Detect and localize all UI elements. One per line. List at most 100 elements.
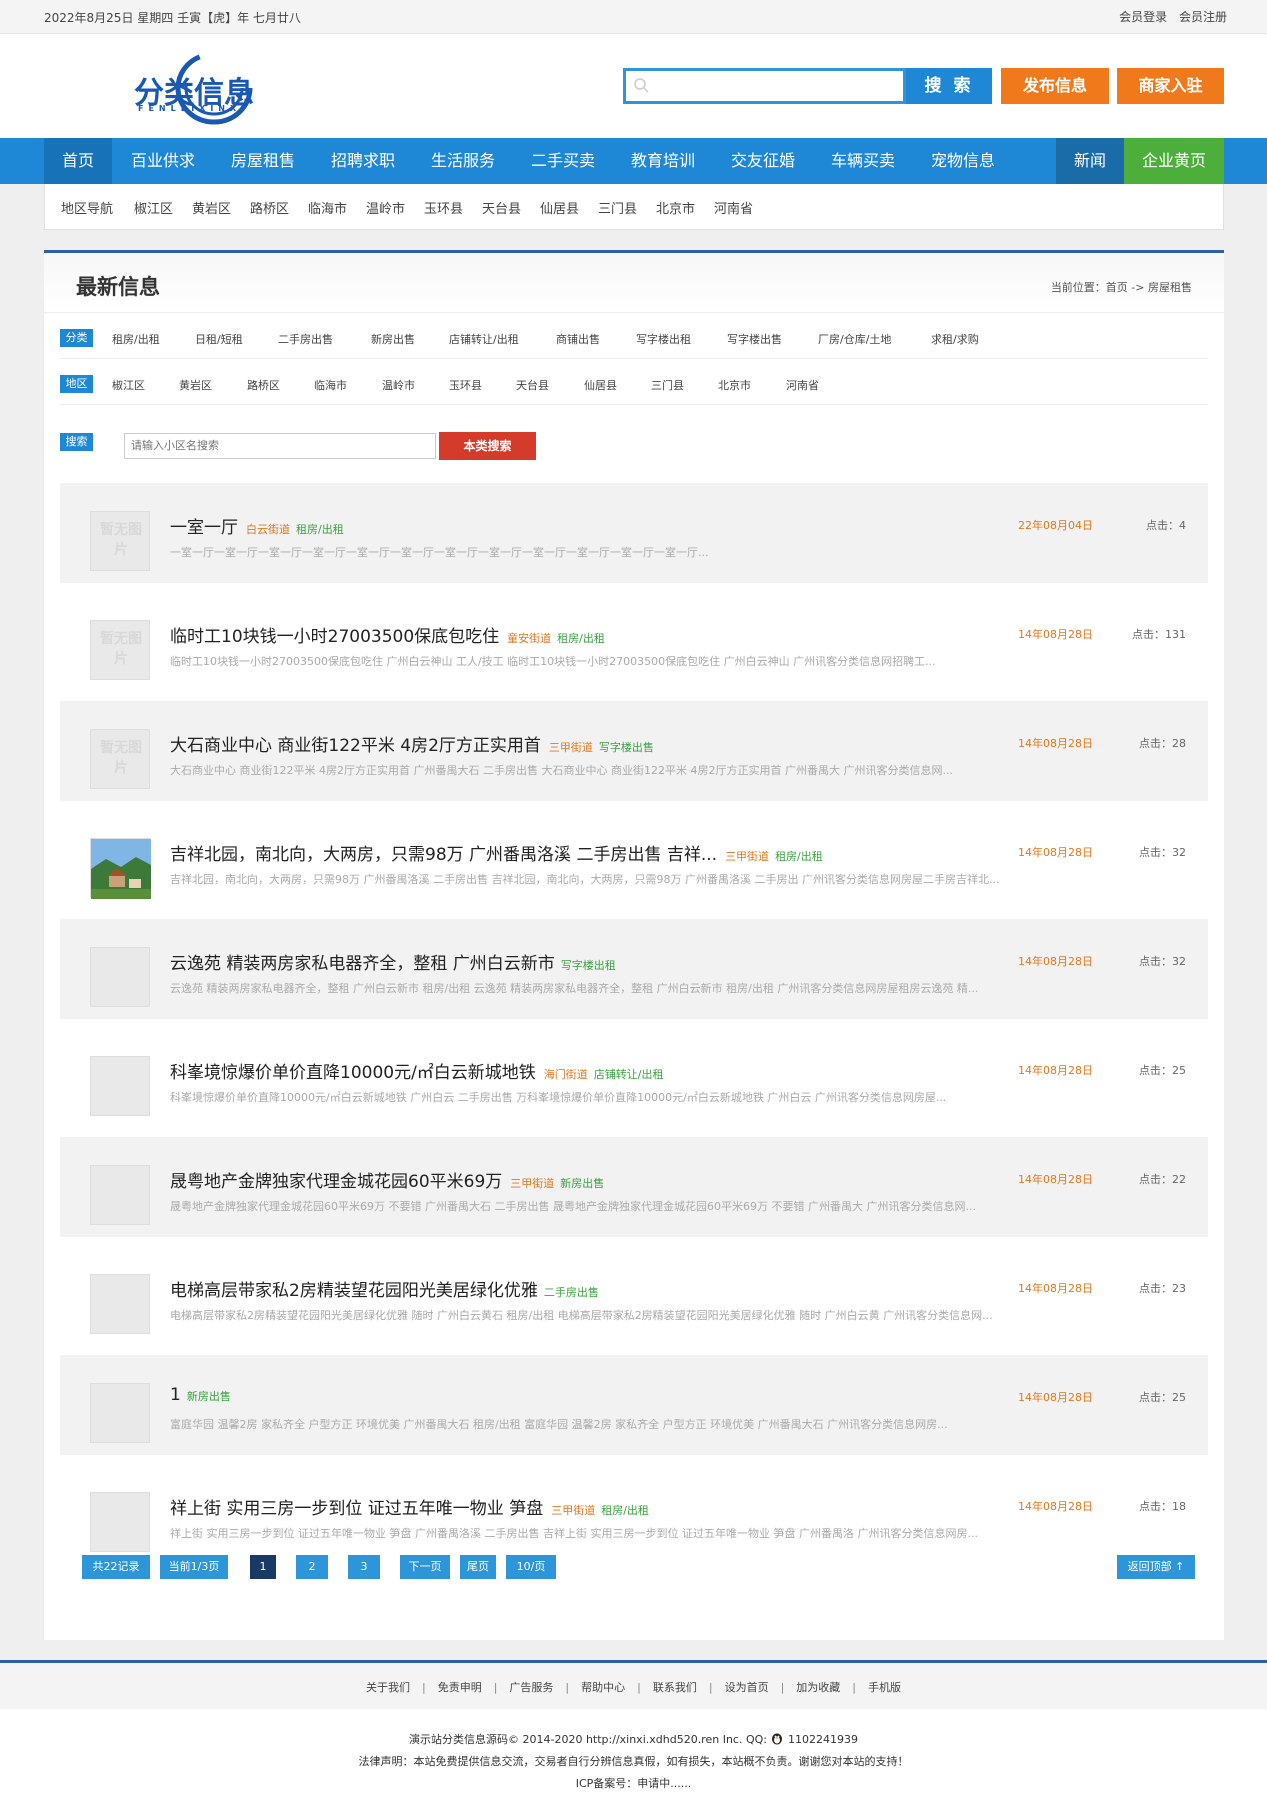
footer-link-disclaimer[interactable]: 免责申明: [438, 1679, 482, 1695]
next-page-button[interactable]: 下一页: [400, 1555, 450, 1579]
area-link[interactable]: 温岭市: [366, 198, 405, 217]
footer-link-homepage[interactable]: 设为首页: [725, 1679, 769, 1695]
community-search-input[interactable]: [124, 433, 436, 459]
category-option[interactable]: 店铺转让/出租: [449, 331, 519, 347]
footer-link-favorite[interactable]: 加为收藏: [796, 1679, 840, 1695]
listing-title[interactable]: 科峯境惊爆价单价直降10000元/㎡白云新城地铁 海门街道 店铺转让/出租: [170, 1058, 664, 1083]
listing-category-tag[interactable]: 租房/出租: [557, 632, 605, 645]
nav-item-news[interactable]: 新闻: [1056, 138, 1124, 184]
category-option[interactable]: 写字楼出租: [636, 331, 691, 347]
last-page-button[interactable]: 尾页: [460, 1555, 496, 1579]
listing-street-tag[interactable]: 三甲街道: [725, 850, 769, 863]
area-link[interactable]: 玉环县: [424, 198, 463, 217]
category-option[interactable]: 商铺出售: [556, 331, 600, 347]
listing-thumbnail[interactable]: 暂无图片: [90, 511, 150, 571]
listing-thumbnail[interactable]: [90, 1165, 150, 1225]
nav-item-yellowpages[interactable]: 企业黄页: [1124, 138, 1224, 184]
category-option[interactable]: 写字楼出售: [727, 331, 782, 347]
footer-link-contact[interactable]: 联系我们: [653, 1679, 697, 1695]
nav-item-housing[interactable]: 房屋租售: [218, 138, 308, 184]
listing-street-tag[interactable]: 白云街道: [246, 523, 290, 536]
area-option[interactable]: 黄岩区: [179, 377, 212, 393]
listing-item[interactable]: 云逸苑 精装两房家私电器齐全，整租 广州白云新市 写字楼出租 云逸苑 精装两房家私电…: [60, 919, 1208, 1019]
category-option[interactable]: 求租/求购: [931, 331, 979, 347]
merchant-join-button[interactable]: 商家入驻: [1117, 68, 1224, 104]
listing-item[interactable]: 1 新房出售 富庭华园 温馨2房 家私齐全 户型方正 环境优美 广州番禺大石 租房/…: [60, 1355, 1208, 1455]
area-option[interactable]: 仙居县: [584, 377, 617, 393]
register-link[interactable]: 会员注册: [1179, 10, 1227, 24]
listing-title[interactable]: 1 新房出售: [170, 1385, 231, 1405]
listing-item[interactable]: 祥上街 实用三房一步到位 证过五年唯一物业 笋盘 三甲街道 租房/出租 祥上街 实用三…: [60, 1464, 1208, 1564]
listing-item[interactable]: 电梯高层带家私2房精装望花园阳光美居绿化优雅 二手房出售 电梯高层带家私2房精装望花…: [60, 1246, 1208, 1346]
listing-street-tag[interactable]: 童安街道: [507, 632, 551, 645]
listing-title[interactable]: 吉祥北园，南北向，大两房，只需98万 广州番禺洛溪 二手房出售 吉祥... 三甲街…: [170, 840, 823, 865]
listing-thumbnail[interactable]: [90, 838, 151, 899]
listing-category-tag[interactable]: 新房出售: [187, 1390, 231, 1403]
area-option[interactable]: 玉环县: [449, 377, 482, 393]
site-logo[interactable]: 分类信息 FENLEIXINXI: [128, 46, 268, 130]
area-link[interactable]: 北京市: [656, 198, 695, 217]
area-option[interactable]: 天台县: [516, 377, 549, 393]
area-link[interactable]: 临海市: [308, 198, 347, 217]
nav-item-dating[interactable]: 交友征婚: [718, 138, 808, 184]
listing-category-tag[interactable]: 店铺转让/出租: [594, 1068, 664, 1081]
footer-link-help[interactable]: 帮助中心: [581, 1679, 625, 1695]
area-option[interactable]: 临海市: [314, 377, 347, 393]
page-button-current[interactable]: 1: [250, 1555, 276, 1579]
listing-item[interactable]: 暂无图片 大石商业中心 商业街122平米 4房2厅方正实用首 三甲街道 写字楼出售 大石…: [60, 701, 1208, 801]
login-link[interactable]: 会员登录: [1119, 10, 1167, 24]
nav-item-supply[interactable]: 百业供求: [118, 138, 208, 184]
listing-title[interactable]: 祥上街 实用三房一步到位 证过五年唯一物业 笋盘 三甲街道 租房/出租: [170, 1494, 649, 1519]
listing-thumbnail[interactable]: 暂无图片: [90, 620, 150, 680]
page-button[interactable]: 3: [348, 1555, 380, 1579]
area-link[interactable]: 三门县: [598, 198, 637, 217]
area-link[interactable]: 路桥区: [250, 198, 289, 217]
listing-title[interactable]: 电梯高层带家私2房精装望花园阳光美居绿化优雅 二手房出售: [170, 1276, 599, 1301]
back-to-top-button[interactable]: 返回顶部 ↑: [1117, 1555, 1195, 1579]
listing-item[interactable]: 晟粤地产金牌独家代理金城花园60平米69万 三甲街道 新房出售 晟粤地产金牌独家代理金…: [60, 1137, 1208, 1237]
area-link[interactable]: 天台县: [482, 198, 521, 217]
category-option[interactable]: 二手房出售: [278, 331, 333, 347]
nav-item-education[interactable]: 教育培训: [618, 138, 708, 184]
area-option[interactable]: 路桥区: [247, 377, 280, 393]
nav-item-secondhand[interactable]: 二手买卖: [518, 138, 608, 184]
per-page-button[interactable]: 10/页: [506, 1555, 556, 1579]
area-link[interactable]: 河南省: [714, 198, 753, 217]
nav-item-pets[interactable]: 宠物信息: [918, 138, 1008, 184]
listing-thumbnail[interactable]: [90, 947, 150, 1007]
listing-thumbnail[interactable]: [90, 1056, 150, 1116]
listing-category-tag[interactable]: 写字楼出售: [599, 741, 654, 754]
listing-title[interactable]: 云逸苑 精装两房家私电器齐全，整租 广州白云新市 写字楼出租: [170, 949, 616, 974]
listing-category-tag[interactable]: 租房/出租: [775, 850, 823, 863]
listing-street-tag[interactable]: 三甲街道: [551, 1504, 595, 1517]
listing-category-tag[interactable]: 二手房出售: [544, 1286, 599, 1299]
area-option[interactable]: 温岭市: [382, 377, 415, 393]
area-link[interactable]: 仙居县: [540, 198, 579, 217]
listing-thumbnail[interactable]: [90, 1383, 150, 1443]
nav-item-vehicles[interactable]: 车辆买卖: [818, 138, 908, 184]
listing-thumbnail[interactable]: 暂无图片: [90, 729, 150, 789]
listing-thumbnail[interactable]: [90, 1274, 150, 1334]
nav-item-jobs[interactable]: 招聘求职: [318, 138, 408, 184]
nav-item-life[interactable]: 生活服务: [418, 138, 508, 184]
listing-category-tag[interactable]: 新房出售: [560, 1177, 604, 1190]
listing-street-tag[interactable]: 海门街道: [544, 1068, 588, 1081]
category-option[interactable]: 厂房/仓库/土地: [818, 331, 891, 347]
search-button[interactable]: 搜 索: [906, 68, 992, 104]
post-info-button[interactable]: 发布信息: [1001, 68, 1109, 104]
area-option[interactable]: 河南省: [786, 377, 819, 393]
listing-title[interactable]: 晟粤地产金牌独家代理金城花园60平米69万 三甲街道 新房出售: [170, 1167, 604, 1192]
category-option[interactable]: 日租/短租: [195, 331, 243, 347]
listing-thumbnail[interactable]: [90, 1492, 150, 1552]
area-option[interactable]: 北京市: [718, 377, 751, 393]
footer-link-about[interactable]: 关于我们: [366, 1679, 410, 1695]
listing-street-tag[interactable]: 三甲街道: [549, 741, 593, 754]
category-option[interactable]: 租房/出租: [112, 331, 160, 347]
footer-link-mobile[interactable]: 手机版: [868, 1679, 901, 1695]
listing-title[interactable]: 大石商业中心 商业街122平米 4房2厅方正实用首 三甲街道 写字楼出售: [170, 731, 654, 756]
category-option[interactable]: 新房出售: [371, 331, 415, 347]
listing-title[interactable]: 一室一厅 白云街道 租房/出租: [170, 513, 344, 538]
page-button[interactable]: 2: [296, 1555, 328, 1579]
listing-title[interactable]: 临时工10块钱一小时27003500保底包吃住 童安街道 租房/出租: [170, 622, 605, 647]
search-input[interactable]: [626, 71, 903, 101]
